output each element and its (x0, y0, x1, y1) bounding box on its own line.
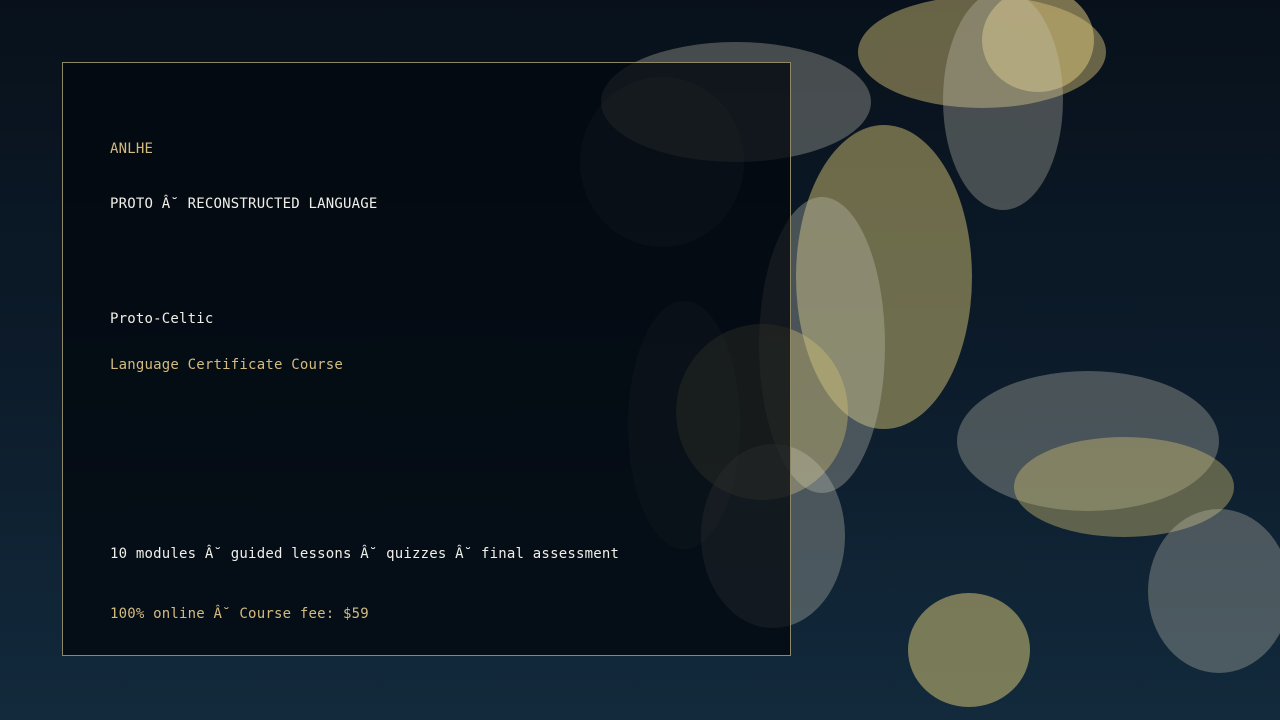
course-title: Language Certificate Course (110, 357, 343, 373)
pricing-line: 100% online Â˘ Course fee: $59 (110, 606, 369, 622)
kicker-text: PROTO Â˘ RECONSTRUCTED LANGUAGE (110, 196, 378, 212)
brand-label: ANLHE (110, 141, 154, 157)
course-details: 10 modules Â˘ guided lessons Â˘ quizzes … (110, 546, 620, 562)
bokeh-circle (943, 0, 1063, 210)
bokeh-circle (908, 593, 1030, 707)
bokeh-circle (1148, 509, 1280, 673)
language-name: Proto-Celtic (110, 311, 214, 327)
course-card: ANLHE PROTO Â˘ RECONSTRUCTED LANGUAGE Pr… (62, 62, 791, 656)
